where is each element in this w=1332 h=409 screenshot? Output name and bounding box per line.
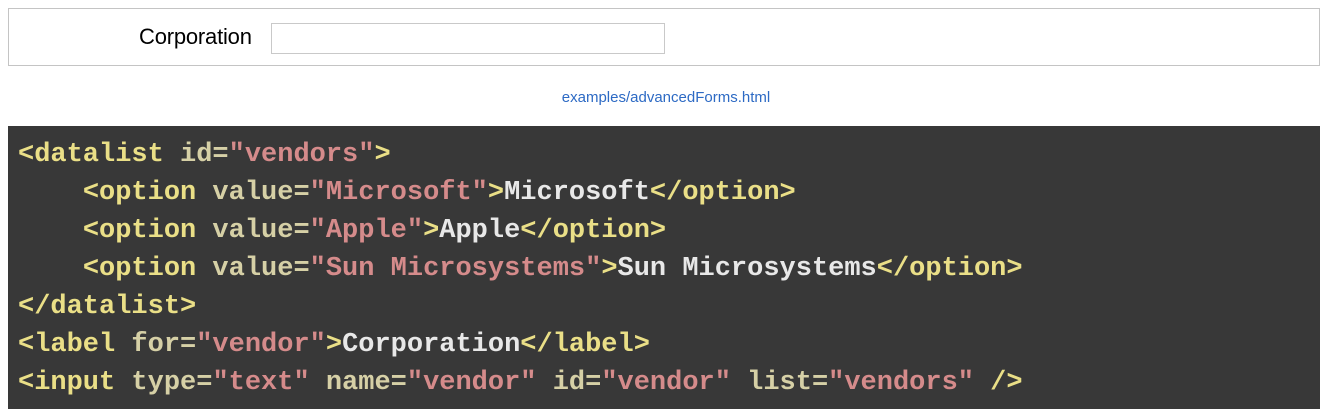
code-tag-token: <datalist <box>18 140 164 170</box>
code-text-token: Sun Microsystems <box>617 254 877 284</box>
code-tag-token: </option> <box>649 178 796 208</box>
code-tag-token: </option> <box>876 254 1023 284</box>
code-tag-token: > <box>601 254 618 284</box>
code-tag-token: <option <box>82 216 197 246</box>
corporation-input[interactable] <box>271 23 665 54</box>
code-line: <datalist id="vendors"> <box>18 136 1320 174</box>
code-tag-token: <option <box>82 178 197 208</box>
code-tag-token: <input <box>18 368 116 398</box>
corporation-label: Corporation <box>139 24 252 49</box>
code-line: <option value="Apple">Apple</option> <box>18 212 1320 250</box>
code-string-token: "vendors" <box>828 368 974 398</box>
code-string-token: "vendor" <box>406 368 537 398</box>
code-tag-token: > <box>487 178 505 208</box>
code-attribute-token: value= <box>196 216 310 246</box>
code-tag-token: </option> <box>520 216 667 246</box>
code-attribute-token: list= <box>730 368 829 398</box>
code-tag-token: <option <box>82 254 197 284</box>
code-tag-token: </label> <box>520 330 650 360</box>
code-attribute-token: for= <box>115 330 197 360</box>
code-text-token: Apple <box>439 216 521 246</box>
code-tag-token: > <box>423 216 440 246</box>
code-string-token: "vendor" <box>196 330 326 360</box>
code-string-token: "Sun Microsystems" <box>309 254 602 284</box>
code-line: <input type="text" name="vendor" id="ven… <box>18 364 1320 402</box>
source-file-link[interactable]: examples/advancedForms.html <box>0 89 1332 106</box>
demo-form-panel: Corporation <box>8 8 1320 66</box>
code-line: <option value="Sun Microsystems">Sun Mic… <box>18 250 1320 288</box>
code-attribute-token: type= <box>115 368 213 398</box>
code-text-token: Microsoft <box>504 178 650 208</box>
code-string-token: "vendors" <box>228 140 375 170</box>
code-tag-token: <label <box>18 330 116 360</box>
code-line: <label for="vendor">Corporation</label> <box>18 326 1320 364</box>
code-tag-token: > <box>325 330 343 360</box>
code-text-token: Corporation <box>342 330 521 360</box>
code-attribute-token: value= <box>196 254 310 284</box>
code-tag-token: /> <box>973 368 1023 398</box>
code-attribute-token: name= <box>309 368 407 398</box>
code-tag-token: > <box>374 140 391 170</box>
code-line: </datalist> <box>18 288 1320 326</box>
code-attribute-token: id= <box>536 368 602 398</box>
code-string-token: "vendor" <box>601 368 731 398</box>
code-block: <datalist id="vendors"> <option value="M… <box>8 126 1320 409</box>
code-string-token: "Microsoft" <box>309 178 488 208</box>
code-tag-token: </datalist> <box>18 292 197 322</box>
code-string-token: "Apple" <box>309 216 424 246</box>
code-attribute-token: id= <box>163 140 229 170</box>
code-string-token: "text" <box>212 368 310 398</box>
code-attribute-token: value= <box>196 178 310 208</box>
code-line: <option value="Microsoft">Microsoft</opt… <box>18 174 1320 212</box>
